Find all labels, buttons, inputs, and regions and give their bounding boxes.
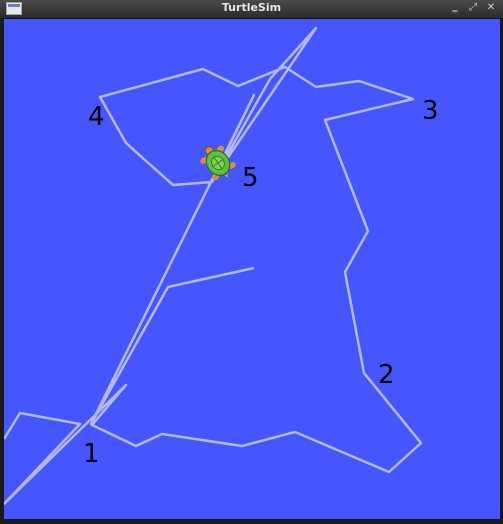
waypoint-label-5: 5 <box>242 163 259 193</box>
minimize-button[interactable]: ‗ <box>449 1 461 15</box>
waypoint-label-3: 3 <box>422 96 439 126</box>
title-bar[interactable]: TurtleSim ‗ ⤢ ✕ <box>0 0 503 19</box>
turtlesim-window: TurtleSim ‗ ⤢ ✕ 1 2 3 4 5 <box>0 0 503 524</box>
maximize-button[interactable]: ⤢ <box>467 1 479 15</box>
waypoint-label-4: 4 <box>88 102 105 132</box>
waypoint-label-1: 1 <box>83 439 100 469</box>
turtle-path <box>4 26 423 506</box>
waypoint-label-2: 2 <box>378 360 395 390</box>
turtle-icon[interactable] <box>198 143 238 183</box>
turtle-path-layer <box>4 26 423 506</box>
turtle-canvas: 1 2 3 4 5 <box>4 19 500 519</box>
window-controls: ‗ ⤢ ✕ <box>449 1 497 15</box>
close-button[interactable]: ✕ <box>485 1 497 15</box>
window-title: TurtleSim <box>221 1 282 14</box>
